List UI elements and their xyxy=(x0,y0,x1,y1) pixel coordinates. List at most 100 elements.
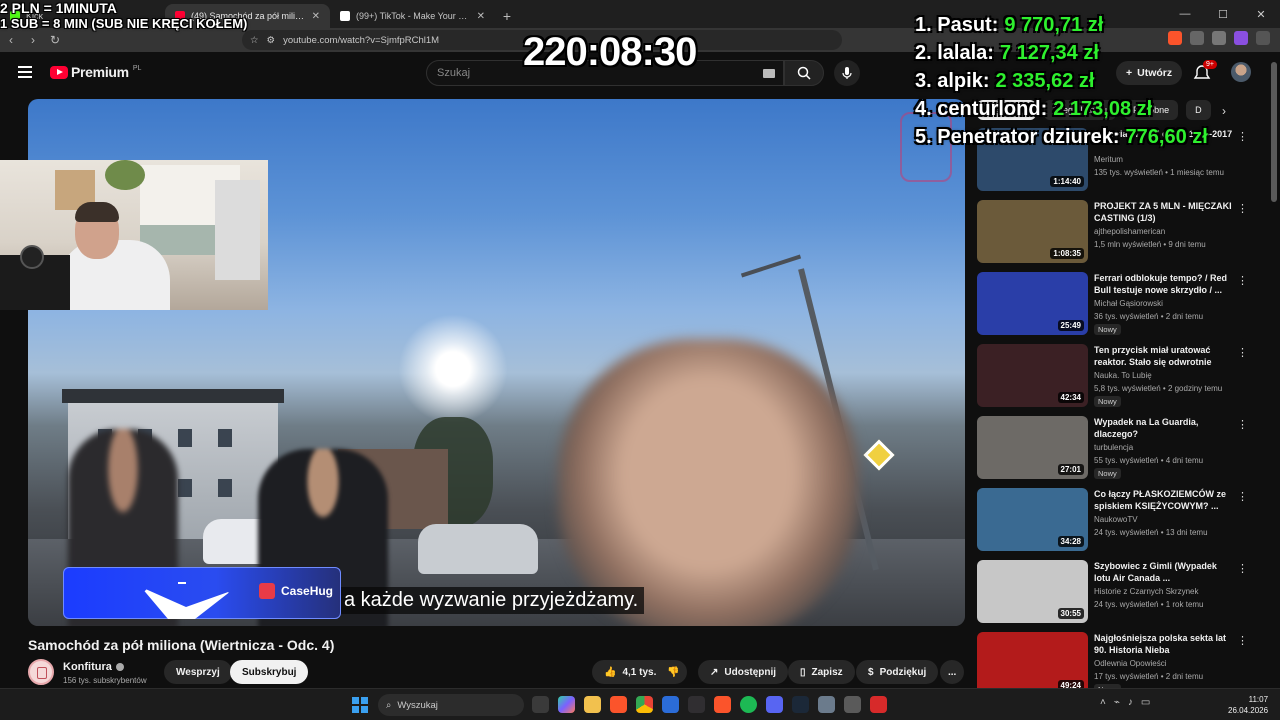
back-icon[interactable]: ‹ xyxy=(0,29,22,51)
rec-channel[interactable]: Odlewnia Opowieści xyxy=(1094,659,1166,668)
video-thumbnail[interactable]: 49:24 xyxy=(977,632,1088,695)
chrome-icon[interactable] xyxy=(636,696,653,713)
voice-search-button[interactable] xyxy=(834,60,860,86)
more-vert-icon[interactable]: ⋮ xyxy=(1237,562,1248,575)
chevron-up-icon[interactable]: ˄ xyxy=(1100,697,1106,708)
rec-channel[interactable]: NaukowoTV xyxy=(1094,515,1138,524)
network-icon[interactable]: ⌁ xyxy=(1114,697,1120,708)
rec-channel[interactable]: Nauka. To Lubię xyxy=(1094,371,1152,380)
rec-title[interactable]: Szybowiec z Gimli (Wypadek lotu Air Cana… xyxy=(1094,560,1234,584)
rec-title[interactable]: PROJEKT ZA 5 MLN - MIĘCZAKI CASTING (1/3… xyxy=(1094,200,1234,224)
rec-channel[interactable]: Meritum xyxy=(1094,155,1123,164)
taskbar-search-input[interactable]: ⌕ Wyszukaj xyxy=(378,694,524,716)
forward-icon[interactable]: › xyxy=(22,29,44,51)
spotify-icon[interactable] xyxy=(740,696,757,713)
rec-channel[interactable]: turbulencja xyxy=(1094,443,1133,452)
close-window-icon[interactable]: ✕ xyxy=(1242,0,1280,28)
leaderboard-row: 1. Pasut: 9 770,71 zł xyxy=(915,11,1208,39)
list-item[interactable]: 25:49 Ferrari odblokuje tempo? / Red Bul… xyxy=(977,272,1248,340)
video-thumbnail[interactable]: 30:55 xyxy=(977,560,1088,623)
video-thumbnail[interactable]: 42:34 xyxy=(977,344,1088,407)
video-thumbnail[interactable]: 25:49 xyxy=(977,272,1088,335)
close-tab-icon[interactable]: ✕ xyxy=(477,11,485,22)
more-vert-icon[interactable]: ⋮ xyxy=(1237,346,1248,359)
video-blurred-face xyxy=(558,339,858,626)
share-button[interactable]: ↗ Udostępnij xyxy=(698,660,789,684)
new-tab-button[interactable]: + xyxy=(495,4,519,28)
leaderboard-amount: 776,60 zł xyxy=(1125,126,1208,148)
video-thumbnail[interactable]: 1:08:35 xyxy=(977,200,1088,263)
task-view-icon[interactable] xyxy=(532,696,549,713)
leaderboard-row: 2. lalala: 7 127,34 zł xyxy=(915,39,1208,67)
windows-start-icon[interactable] xyxy=(352,697,368,713)
rec-title[interactable]: Ten przycisk miał uratować reaktor. Stał… xyxy=(1094,344,1234,368)
extension-icon[interactable] xyxy=(1212,31,1226,45)
calculator-icon[interactable] xyxy=(844,696,861,713)
rec-title[interactable]: Najgłośniejsza polska sekta lat 90. Hist… xyxy=(1094,632,1234,656)
site-info-icon[interactable]: ⚙ xyxy=(267,35,276,46)
copilot-icon[interactable] xyxy=(558,696,575,713)
page-scrollbar[interactable] xyxy=(1271,62,1277,202)
url-text: youtube.com/watch?v=SjmfpRChl1M xyxy=(283,34,440,46)
list-item[interactable]: 30:55 Szybowiec z Gimli (Wypadek lotu Ai… xyxy=(977,560,1248,628)
subscribe-button[interactable]: Subskrybuj xyxy=(230,660,309,684)
video-subtitle: a każde wyzwanie przyjeżdżamy. xyxy=(338,587,645,614)
chevron-right-icon[interactable]: › xyxy=(1222,104,1226,118)
more-vert-icon[interactable]: ⋮ xyxy=(1237,634,1248,647)
more-vert-icon[interactable]: ⋮ xyxy=(1237,274,1248,287)
rec-title[interactable]: Co łączy PŁASKOZIEMCÓW ze spiskiem KSIĘŻ… xyxy=(1094,488,1234,512)
list-item[interactable]: 27:01 Wypadek na La Guardia, dlaczego? t… xyxy=(977,416,1248,484)
youtube-logo[interactable]: Premium PL xyxy=(50,64,141,80)
reload-icon[interactable]: ↻ xyxy=(44,29,66,51)
search-button[interactable] xyxy=(784,60,824,86)
more-vert-icon[interactable]: ⋮ xyxy=(1237,418,1248,431)
brave-icon[interactable] xyxy=(610,696,627,713)
more-actions-button[interactable]: ... xyxy=(940,660,965,684)
join-button[interactable]: Wesprzyj xyxy=(164,660,232,684)
volume-icon[interactable]: ♪ xyxy=(1128,697,1133,708)
rec-title[interactable]: Wypadek na La Guardia, dlaczego? xyxy=(1094,416,1234,440)
list-item[interactable]: 1:08:35 PROJEKT ZA 5 MLN - MIĘCZAKI CAST… xyxy=(977,200,1248,268)
close-tab-icon[interactable]: ✕ xyxy=(312,11,320,22)
like-button[interactable]: 👍 4,1 tys. xyxy=(592,660,665,684)
menu-icon[interactable] xyxy=(1256,31,1270,45)
leaderboard-amount: 2 173,08 zł xyxy=(1053,98,1153,120)
maximize-icon[interactable]: ☐ xyxy=(1204,0,1242,28)
brave-browser-icon[interactable] xyxy=(714,696,731,713)
save-label: Zapisz xyxy=(811,666,843,678)
leaderboard-amount: 9 770,71 zł xyxy=(1004,14,1104,36)
menu-icon[interactable] xyxy=(18,66,32,78)
rec-title[interactable]: Ferrari odblokuje tempo? / Red Bull test… xyxy=(1094,272,1234,296)
obs-icon[interactable] xyxy=(688,696,705,713)
list-item[interactable]: 42:34 Ten przycisk miał uratować reaktor… xyxy=(977,344,1248,412)
video-thumbnail[interactable]: 27:01 xyxy=(977,416,1088,479)
bookmark-icon[interactable]: ☆ xyxy=(250,35,259,46)
steam-icon[interactable] xyxy=(792,696,809,713)
list-item[interactable]: 34:28 Co łączy PŁASKOZIEMCÓW ze spiskiem… xyxy=(977,488,1248,556)
taskbar-apps xyxy=(532,696,887,713)
keyboard-icon[interactable] xyxy=(763,69,775,78)
acrobat-icon[interactable] xyxy=(870,696,887,713)
file-explorer-icon[interactable] xyxy=(584,696,601,713)
rec-channel[interactable]: Historie z Czarnych Skrzynek xyxy=(1094,587,1198,596)
more-vert-icon[interactable]: ⋮ xyxy=(1237,130,1248,143)
save-button[interactable]: ▯ Zapisz xyxy=(788,660,855,684)
settings-icon[interactable] xyxy=(818,696,835,713)
battery-icon[interactable]: ▭ xyxy=(1141,697,1150,708)
more-vert-icon[interactable]: ⋮ xyxy=(1237,202,1248,215)
rec-channel[interactable]: ajthepolishamerican xyxy=(1094,227,1165,236)
store-icon[interactable] xyxy=(662,696,679,713)
video-thumbnail[interactable]: 34:28 xyxy=(977,488,1088,551)
avatar[interactable] xyxy=(1231,62,1251,82)
browser-tab-tiktok[interactable]: (99+) TikTok - Make Your Day ✕ xyxy=(330,4,495,28)
taskbar-clock[interactable]: 11:07 26.04.2026 xyxy=(1228,694,1268,716)
dislike-button[interactable]: 👎 xyxy=(659,660,688,684)
thanks-button[interactable]: $ Podziękuj xyxy=(856,660,939,684)
screen: Kick (49) Samochód za pół miliona ✕ (99+… xyxy=(0,0,1280,720)
rec-channel[interactable]: Michał Gąsiorowski xyxy=(1094,299,1163,308)
channel-avatar[interactable] xyxy=(28,659,54,685)
channel-name[interactable]: Konfitura xyxy=(63,661,124,673)
discord-icon[interactable] xyxy=(766,696,783,713)
wallet-icon[interactable] xyxy=(1234,31,1248,45)
more-vert-icon[interactable]: ⋮ xyxy=(1237,490,1248,503)
